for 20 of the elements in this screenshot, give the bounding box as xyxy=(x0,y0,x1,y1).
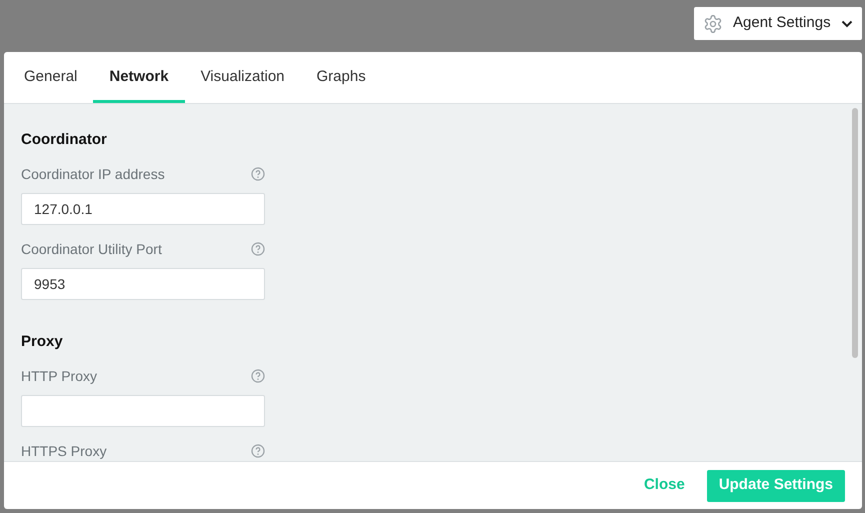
field-label: HTTP Proxy xyxy=(21,366,97,386)
section-heading: Coordinator xyxy=(21,130,108,150)
gear-icon xyxy=(703,14,723,34)
help-icon[interactable] xyxy=(251,167,265,181)
input-field[interactable]: 127.0.0.1 xyxy=(21,193,265,225)
input-field[interactable] xyxy=(21,395,265,427)
input-field[interactable]: 9953 xyxy=(21,268,265,300)
help-icon[interactable] xyxy=(251,444,265,458)
field-label: Coordinator Utility Port xyxy=(21,240,162,259)
field-label: Coordinator IP address xyxy=(21,164,165,184)
help-icon[interactable] xyxy=(251,242,265,256)
agent-settings-button[interactable]: Agent Settings xyxy=(694,7,862,40)
chevron-down-icon xyxy=(841,20,853,28)
section-heading: Proxy xyxy=(21,332,64,352)
help-icon[interactable] xyxy=(251,369,265,383)
tab[interactable]: Visualization xyxy=(184,52,301,103)
tab[interactable]: Graphs xyxy=(300,52,382,103)
field-label: HTTPS Proxy xyxy=(21,442,107,461)
scrollbar-thumb[interactable] xyxy=(852,108,858,358)
tab[interactable]: General xyxy=(8,52,94,103)
